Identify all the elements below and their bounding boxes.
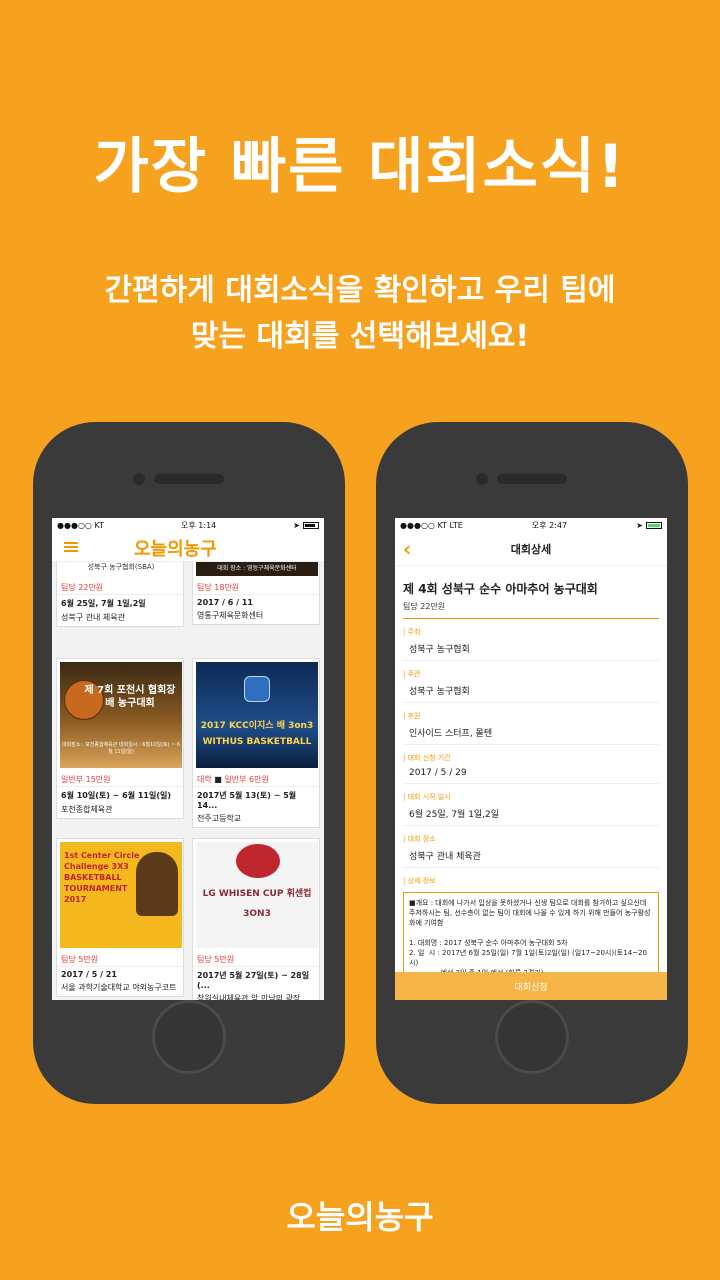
card-place: 영통구체육문화센터 [197, 611, 264, 620]
carrier-signal: ●●●○○ KT [57, 520, 104, 530]
tournament-card[interactable]: 2017 KCC이지스 배 3on3 WITHUS BASKETBALL 대학 … [192, 658, 320, 828]
carrier-signal: ●●●○○ KT LTE [400, 520, 463, 530]
tournament-card[interactable]: LG WHISEN CUP 휘센컵 3ON3 팀당 5만원 2017년 5월 2… [192, 838, 320, 1000]
camera-icon [476, 473, 488, 485]
fee-tag: 일반부 15만원 [57, 771, 183, 787]
card-place: 창원실내체육관 앞 만남의 광장 [197, 994, 301, 1000]
card-place: 성북구 관내 체육관 [61, 613, 125, 622]
info-section: | 주관 성북구 농구협회 [403, 669, 659, 703]
back-chevron-icon[interactable]: ‹ [403, 537, 411, 561]
nav-bar: ‹ 대회상세 [395, 532, 667, 566]
card-place: 포천종합체육관 [61, 805, 113, 814]
fee-tag: 팀당 5만원 [57, 951, 183, 967]
headline: 가장 빠른 대회소식! [93, 132, 627, 202]
subheadline: 간편하게 대회소식을 확인하고 우리 팀에 맞는 대회를 선택해보세요! [0, 268, 720, 360]
info-section: | 주최 성북구 농구협회 [403, 627, 659, 661]
section-label: | 대회 시작 일시 [403, 793, 451, 801]
app-logo: 오늘의농구 [134, 539, 217, 560]
subheadline-line-1: 간편하게 대회소식을 확인하고 우리 팀에 [104, 273, 616, 308]
tournament-grid: 성북구 농구협회(SBA) 팀당 22만원 6월 25일, 7월 1일,2일 성… [52, 562, 324, 1000]
hamburger-menu-icon[interactable] [64, 542, 78, 552]
status-bar: ●●●○○ KT 오후 1:14 ➤ [52, 518, 324, 532]
phone-frame-left: ●●●○○ KT 오후 1:14 ➤ 오늘의농구 성북구 농구협회(SBA) 팀… [33, 422, 345, 1104]
separator-icon: ■ [214, 775, 225, 784]
section-value: 성북구 농구협회 [403, 642, 659, 661]
app-header: 오늘의농구 [52, 532, 324, 562]
section-label: | 주관 [403, 670, 421, 678]
section-label: | 대회 장소 [403, 835, 436, 843]
basketball-icon [236, 844, 280, 878]
detail-screen: ●●●○○ KT LTE 오후 2:47 ➤ ‹ 대회상세 제 4회 성북구 순… [395, 518, 667, 1000]
card-date: 2017 / 6 / 11 [197, 598, 253, 607]
fee-tag: 팀당 22만원 [57, 579, 183, 595]
tournament-card[interactable]: 성북구 농구협회(SBA) 팀당 22만원 6월 25일, 7월 1일,2일 성… [56, 562, 184, 627]
apply-button[interactable]: 대회신청 [395, 972, 667, 1000]
detail-content: 제 4회 성북구 순수 아마추어 농구대회 팀당 22만원 | 주최 성북구 농… [395, 566, 667, 1000]
section-value: 성북구 농구협회 [403, 684, 659, 703]
team-logo-icon [244, 676, 270, 702]
card-place: 전주고등학교 [197, 814, 242, 823]
list-screen: ●●●○○ KT 오후 1:14 ➤ 오늘의농구 성북구 농구협회(SBA) 팀… [52, 518, 324, 1000]
fee-tag: 팀당 18만원 [193, 579, 319, 595]
info-section: | 대회 장소 성북구 관내 체육관 [403, 834, 659, 868]
speaker-grille [154, 474, 224, 484]
card-thumbnail: 2017 KCC이지스 배 3on3 WITHUS BASKETBALL [196, 662, 318, 768]
card-date: 6월 25일, 7월 1일,2일 [61, 599, 146, 608]
fee-tag: 팀당 5만원 [193, 951, 319, 967]
fee-tag: 대학 ■ 일반부 6만원 [193, 771, 319, 787]
tournament-title: 제 4회 성북구 순수 아마추어 농구대회 [403, 582, 598, 596]
card-thumbnail: LG WHISEN CUP 휘센컵 3ON3 [196, 842, 318, 948]
footer-logo: 오늘의농구 [286, 1198, 434, 1236]
location-icon: ➤ [636, 520, 643, 530]
home-button[interactable] [152, 1000, 226, 1074]
info-section: | 대회 신청 기간 2017 / 5 / 29 [403, 753, 659, 784]
section-value: 성북구 관내 체육관 [403, 849, 659, 868]
status-bar: ●●●○○ KT LTE 오후 2:47 ➤ [395, 518, 667, 532]
camera-icon [133, 473, 145, 485]
tournament-card[interactable]: 대회 장소 : 영등구체육문화센터 팀당 18만원 2017 / 6 / 11 … [192, 562, 320, 625]
info-section: | 후원 인사이드 스터프, 몰텐 [403, 711, 659, 745]
category-label: 대학 [197, 775, 212, 784]
speaker-grille [497, 474, 567, 484]
location-icon: ➤ [293, 520, 300, 530]
nav-title: 대회상세 [510, 542, 552, 556]
subheadline-line-2: 맞는 대회를 선택해보세요! [190, 319, 530, 354]
section-value: 인사이드 스터프, 몰텐 [403, 726, 659, 745]
card-date: 2017 / 5 / 21 [61, 970, 117, 979]
card-thumbnail: 제 7회 포천시 협회장배 농구대회 대회장소 : 포천종합체육관 대회일시 :… [60, 662, 182, 768]
section-label: | 주최 [403, 628, 421, 636]
section-label: | 후원 [403, 712, 421, 720]
card-thumbnail: 1st Center Circle Challenge 3X3 BASKETBA… [60, 842, 182, 948]
info-section: | 대회 시작 일시 6월 25일, 7월 1일,2일 [403, 792, 659, 826]
card-date: 6월 10일(토) ~ 6월 11일(일) [61, 791, 172, 800]
card-thumbnail: 대회 장소 : 영등구체육문화센터 [196, 562, 318, 576]
card-place: 서울 과학기술대학교 야외농구코트 [61, 983, 177, 992]
tournament-card[interactable]: 1st Center Circle Challenge 3X3 BASKETBA… [56, 838, 184, 997]
status-time: 오후 1:14 [181, 520, 217, 530]
card-thumbnail: 성북구 농구협회(SBA) [60, 562, 182, 576]
status-time: 오후 2:47 [531, 520, 568, 530]
section-label: | 대회 신청 기간 [403, 754, 451, 762]
detail-info-label: | 상세 정보 [403, 877, 436, 885]
card-date: 2017년 5월 13(토) ~ 5월 14... [197, 791, 297, 810]
card-date: 2017년 5월 27일(토) ~ 28일(... [197, 971, 310, 990]
battery-icon [645, 521, 662, 529]
section-value: 2017 / 5 / 29 [403, 768, 659, 784]
tournament-card[interactable]: 제 7회 포천시 협회장배 농구대회 대회장소 : 포천종합체육관 대회일시 :… [56, 658, 184, 819]
home-button[interactable] [495, 1000, 569, 1074]
phone-frame-right: ●●●○○ KT LTE 오후 2:47 ➤ ‹ 대회상세 제 4회 성북구 순… [376, 422, 688, 1104]
section-value: 6월 25일, 7월 1일,2일 [403, 807, 659, 826]
tournament-fee: 팀당 22만원 [403, 601, 659, 619]
battery-icon [303, 521, 319, 529]
